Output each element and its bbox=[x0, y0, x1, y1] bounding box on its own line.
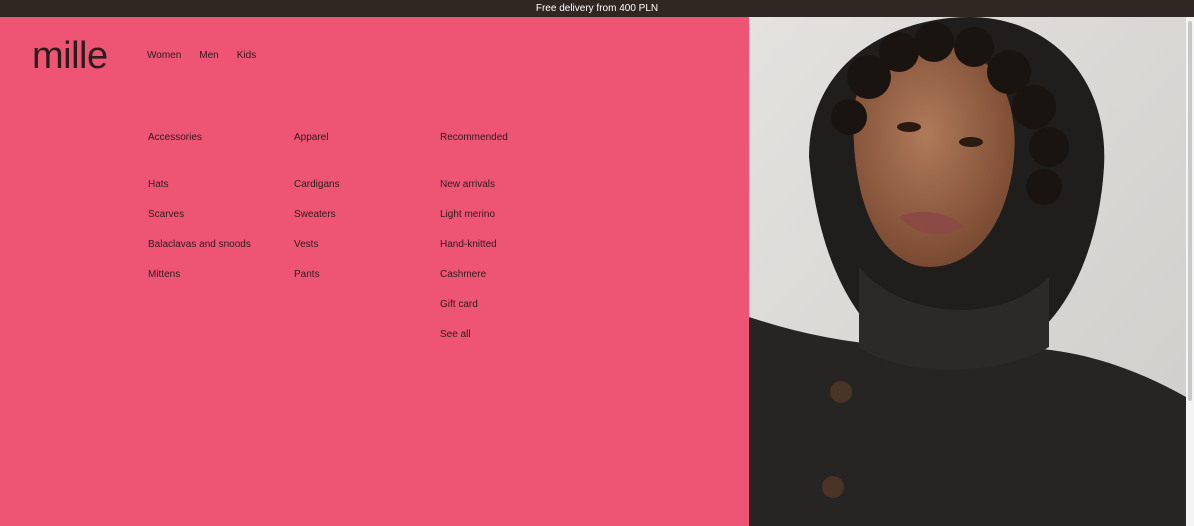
main-nav: Women Men Kids bbox=[147, 50, 256, 61]
nav-item-kids[interactable]: Kids bbox=[237, 50, 256, 61]
menu-link-gift-card[interactable]: Gift card bbox=[440, 299, 508, 329]
menu-column-apparel: Apparel Cardigans Sweaters Vests Pants bbox=[294, 132, 340, 299]
menu-link-new-arrivals[interactable]: New arrivals bbox=[440, 179, 508, 209]
announcement-text: Free delivery from 400 PLN bbox=[535, 3, 659, 14]
promo-photo bbox=[749, 17, 1186, 526]
nav-item-women[interactable]: Women bbox=[147, 50, 181, 61]
column-heading[interactable]: Accessories bbox=[148, 132, 251, 143]
page-scrollbar[interactable] bbox=[1186, 17, 1194, 526]
brand-logo[interactable]: mille bbox=[32, 35, 108, 77]
menu-link-cardigans[interactable]: Cardigans bbox=[294, 179, 340, 209]
mega-menu-panel: mille Women Men Kids Accessories Hats Sc… bbox=[0, 17, 749, 526]
column-heading[interactable]: Recommended bbox=[440, 132, 508, 143]
model-photo-illustration bbox=[749, 17, 1186, 526]
menu-link-hats[interactable]: Hats bbox=[148, 179, 251, 209]
scrollbar-thumb[interactable] bbox=[1188, 21, 1192, 401]
menu-column-recommended: Recommended New arrivals Light merino Ha… bbox=[440, 132, 508, 359]
menu-link-mittens[interactable]: Mittens bbox=[148, 269, 251, 299]
menu-column-accessories: Accessories Hats Scarves Balaclavas and … bbox=[148, 132, 251, 299]
menu-link-light-merino[interactable]: Light merino bbox=[440, 209, 508, 239]
menu-link-scarves[interactable]: Scarves bbox=[148, 209, 251, 239]
nav-item-men[interactable]: Men bbox=[199, 50, 218, 61]
menu-link-vests[interactable]: Vests bbox=[294, 239, 340, 269]
menu-link-sweaters[interactable]: Sweaters bbox=[294, 209, 340, 239]
menu-link-pants[interactable]: Pants bbox=[294, 269, 340, 299]
menu-link-cashmere[interactable]: Cashmere bbox=[440, 269, 508, 299]
menu-link-hand-knitted[interactable]: Hand-knitted bbox=[440, 239, 508, 269]
menu-link-balaclavas[interactable]: Balaclavas and snoods bbox=[148, 239, 251, 269]
column-heading[interactable]: Apparel bbox=[294, 132, 340, 143]
announcement-bar: Free delivery from 400 PLN bbox=[0, 0, 1194, 17]
menu-link-see-all[interactable]: See all bbox=[440, 329, 508, 359]
